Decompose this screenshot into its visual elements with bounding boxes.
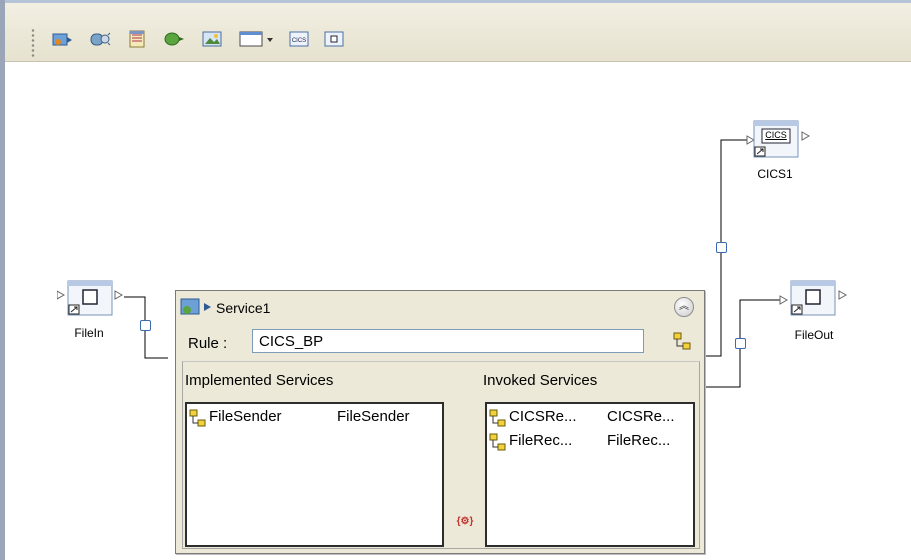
- service-tree-icon: [489, 409, 506, 427]
- invoked-type: CICSRe...: [607, 408, 675, 425]
- implemented-services-title: Implemented Services: [185, 372, 334, 389]
- invoked-services-title: Invoked Services: [483, 372, 598, 389]
- image-icon[interactable]: [201, 28, 223, 50]
- table-icon[interactable]: [126, 28, 148, 50]
- canvas[interactable]: FileIn CICS CICS1 FileOut Service1 ︽ Rul…: [5, 62, 911, 560]
- list-item[interactable]: FileRec... FileRec...: [489, 432, 694, 452]
- services-panel: Implemented Services Invoked Services Fi…: [182, 361, 700, 549]
- fileout-link-port[interactable]: [735, 338, 746, 349]
- filein-link-port[interactable]: [140, 320, 151, 331]
- cics1-label: CICS1: [757, 167, 793, 181]
- queue-icon[interactable]: [163, 28, 185, 50]
- rule-tree-icon[interactable]: [672, 331, 692, 351]
- rule-field[interactable]: CICS_BP: [252, 329, 644, 353]
- invoked-services-list[interactable]: CICSRe... CICSRe... FileRec... FileRec..…: [485, 402, 695, 547]
- cics1-component[interactable]: CICS: [750, 120, 822, 162]
- fileout-component[interactable]: [785, 280, 857, 320]
- filein-component[interactable]: [56, 280, 129, 320]
- cics-icon[interactable]: CICS: [288, 28, 310, 50]
- invoked-type: FileRec...: [607, 432, 671, 449]
- filein-label: FileIn: [74, 326, 104, 340]
- service-box[interactable]: Service1 ︽ Rule : CICS_BP Implemented Se…: [175, 290, 705, 554]
- implemented-name: FileSender: [209, 408, 282, 425]
- file-icon[interactable]: [323, 28, 345, 50]
- toolbar-grip[interactable]: [31, 28, 35, 58]
- mapping-icon: {⚙}: [456, 516, 474, 527]
- adapter-icon[interactable]: [89, 28, 111, 50]
- list-item[interactable]: FileSender FileSender: [189, 408, 439, 428]
- collapse-icon[interactable]: ︽: [674, 297, 694, 317]
- toolbar: CICS: [5, 3, 911, 62]
- service-title: Service1: [216, 300, 271, 316]
- invoked-name: CICSRe...: [509, 408, 577, 425]
- cics1-badge: CICS: [765, 130, 787, 140]
- implemented-services-list[interactable]: FileSender FileSender: [185, 402, 444, 547]
- implemented-type: FileSender: [337, 408, 410, 425]
- service-title-bar[interactable]: Service1 ︽: [176, 291, 704, 323]
- service-icon: [180, 298, 211, 315]
- rule-label: Rule :: [188, 335, 228, 352]
- window-dropdown-icon[interactable]: [238, 28, 278, 50]
- svg-text:CICS: CICS: [292, 38, 306, 44]
- service-icon[interactable]: [51, 28, 73, 50]
- fileout-label: FileOut: [794, 328, 834, 342]
- cics1-link-port[interactable]: [716, 242, 727, 253]
- service-tree-icon: [489, 433, 506, 451]
- invoked-name: FileRec...: [509, 432, 573, 449]
- service-tree-icon: [189, 409, 206, 427]
- list-item[interactable]: CICSRe... CICSRe...: [489, 408, 694, 428]
